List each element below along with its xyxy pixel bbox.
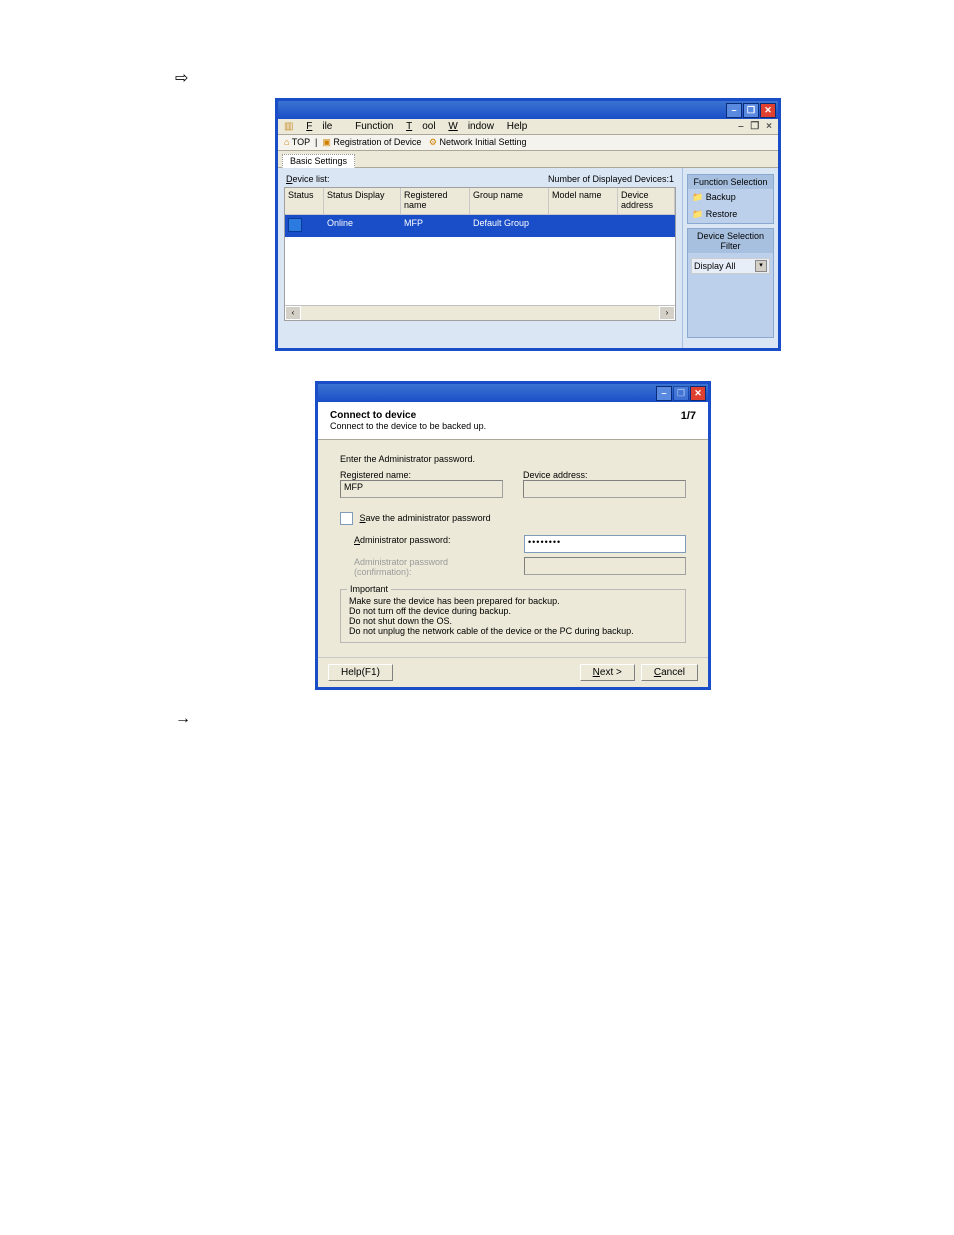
minimize-button[interactable]: – [656,386,672,401]
device-filter-panel: Device Selection Filter Display All ▾ [687,228,774,338]
mdi-close-button[interactable]: × [766,121,772,132]
menu-file[interactable]: File [306,121,342,132]
col-device-address[interactable]: Device address [618,188,675,215]
help-button[interactable]: Help(F1) [328,664,393,681]
function-selection-panel: Function Selection 📁 Backup 📁 Restore [687,174,774,224]
close-button[interactable]: ✕ [760,103,776,118]
toolbar: ⌂ TOP | ▣ Registration of Device ⚙ Netwo… [278,135,778,151]
cell-registered-name: MFP [401,215,470,237]
arrow-icon: ⇨ [175,68,874,88]
important-line: Make sure the device has been prepared f… [349,596,677,606]
menu-help[interactable]: Help [507,121,528,132]
toolbar-register[interactable]: Registration of Device [333,137,421,147]
restore-button[interactable]: 📁 Restore [688,206,773,223]
cell-model-name [549,215,618,237]
device-count: Number of Displayed Devices:1 [548,174,674,184]
connect-to-device-dialog: – ❐ ✕ Connect to device Connect to the d… [315,381,711,690]
important-legend: Important [347,584,391,594]
close-button[interactable]: ✕ [690,386,706,401]
menu-window[interactable]: Window [448,121,494,132]
cell-device-address [618,215,675,237]
cell-group-name: Default Group [470,215,549,237]
important-line: Do not shut down the OS. [349,616,677,626]
col-model-name[interactable]: Model name [549,188,618,215]
registered-name-field: MFP [340,480,503,498]
mdi-restore-button[interactable]: ❐ [750,121,759,132]
folder-icon: 📁 [692,192,703,202]
h-scrollbar[interactable]: ‹ › [285,305,675,320]
titlebar: – ❐ ✕ [278,101,778,119]
important-line: Do not turn off the device during backup… [349,606,677,616]
home-icon: ⌂ [284,137,289,147]
register-icon: ▣ [322,137,331,147]
admin-password-input[interactable]: •••••••• [524,535,686,553]
arrow-icon: → [175,710,874,728]
scroll-left-icon[interactable]: ‹ [285,306,301,320]
col-group-name[interactable]: Group name [470,188,549,215]
admin-password-confirm-label: Administrator password (confirmation): [354,557,504,577]
important-line: Do not unplug the network cable of the d… [349,626,677,636]
menubar: ▥ File Function Tool Window Help – ❐ × [278,119,778,135]
tabbar: Basic Settings [278,151,778,168]
scroll-right-icon[interactable]: › [659,306,675,320]
checkbox-icon [340,512,353,525]
function-selection-title: Function Selection [688,175,773,189]
device-filter-title: Device Selection Filter [688,229,773,253]
minimize-button[interactable]: – [726,103,742,118]
save-password-checkbox[interactable]: Save the administrator password [340,512,686,525]
cell-status-display: Online [324,215,401,237]
next-button[interactable]: Next > [580,664,635,681]
dialog-title: Connect to device [330,410,486,421]
wizard-step: 1/7 [681,410,696,431]
col-status-display[interactable]: Status Display [324,188,401,215]
maximize-button[interactable]: ❐ [673,386,689,401]
admin-password-confirm-input [524,557,686,575]
menu-tool[interactable]: Tool [406,121,435,132]
dialog-titlebar: – ❐ ✕ [318,384,708,402]
admin-password-label: Administrator password: [354,535,504,553]
maximize-button[interactable]: ❐ [743,103,759,118]
device-management-window: – ❐ ✕ ▥ File Function Tool Window Help –… [275,98,781,351]
enter-password-label: Enter the Administrator password. [340,454,686,464]
device-list-label: Device list: [286,174,330,184]
registered-name-label: Registered name: [340,470,503,480]
device-address-label: Device address: [523,470,686,480]
folder-icon: 📁 [692,209,703,219]
backup-button[interactable]: 📁 Backup [688,189,773,206]
important-box: Important Make sure the device has been … [340,589,686,643]
menu-function[interactable]: Function [355,121,393,132]
mdi-minimize-button[interactable]: – [738,121,744,132]
network-icon: ⚙ [429,137,437,147]
tab-basic-settings[interactable]: Basic Settings [282,154,355,168]
device-address-field [523,480,686,498]
toolbar-top[interactable]: TOP [292,137,310,147]
device-icon [288,218,302,232]
col-registered-name[interactable]: Registered name [401,188,470,215]
cancel-button[interactable]: Cancel [641,664,698,681]
table-row[interactable]: Online MFP Default Group [285,215,675,237]
dialog-subtitle: Connect to the device to be backed up. [330,421,486,431]
filter-select[interactable]: Display All ▾ [691,258,770,274]
toolbar-network[interactable]: Network Initial Setting [440,137,527,147]
device-grid: Status Status Display Registered name Gr… [284,187,676,321]
app-icon: ▥ [284,121,293,132]
col-status[interactable]: Status [285,188,324,215]
chevron-down-icon: ▾ [755,260,767,272]
